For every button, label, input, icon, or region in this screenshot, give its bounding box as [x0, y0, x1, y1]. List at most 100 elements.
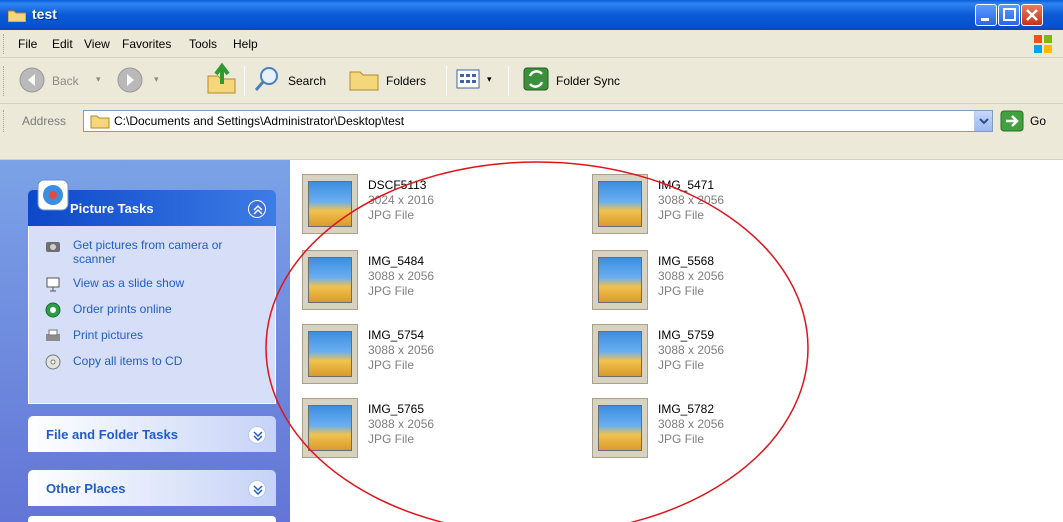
next-panel-edge: [28, 516, 276, 522]
folder-sync-button[interactable]: Folder Sync: [516, 62, 636, 98]
file-type: JPG File: [658, 432, 705, 446]
image-thumbnail-icon: [302, 324, 358, 384]
back-label: Back: [52, 74, 79, 88]
search-button[interactable]: Search: [250, 62, 340, 98]
task-print-pictures-label: Print pictures: [73, 328, 144, 342]
menu-bar: File Edit View Favorites Tools Help: [0, 30, 1063, 58]
file-name: DSCF5113: [368, 178, 427, 192]
toolbar-separator: [244, 66, 245, 96]
menu-tools[interactable]: Tools: [189, 37, 217, 51]
file-type: JPG File: [368, 208, 415, 222]
menu-file[interactable]: File: [18, 37, 37, 51]
file-type: JPG File: [368, 284, 415, 298]
file-item[interactable]: DSCF5113 3024 x 2016 JPG File: [302, 174, 552, 244]
file-name: IMG_5765: [368, 402, 425, 416]
task-get-pictures-label: Get pictures from camera or scanner: [73, 238, 223, 266]
file-item[interactable]: IMG_5782 3088 x 2056 JPG File: [592, 398, 842, 468]
file-item[interactable]: IMG_5759 3088 x 2056 JPG File: [592, 324, 842, 394]
file-name: IMG_5484: [368, 254, 425, 268]
picture-tasks-header[interactable]: Picture Tasks: [28, 179, 276, 226]
other-places-title: Other Places: [46, 481, 126, 496]
toolbar-grip[interactable]: [3, 66, 6, 96]
image-thumbnail-icon: [592, 324, 648, 384]
menu-grip[interactable]: [3, 34, 6, 54]
title-bar[interactable]: test: [0, 0, 1063, 30]
forward-button[interactable]: ▾: [114, 62, 168, 98]
maximize-button[interactable]: [998, 4, 1020, 26]
file-type: JPG File: [658, 358, 705, 372]
image-thumbnail-icon: [302, 174, 358, 234]
file-name: IMG_5568: [658, 254, 715, 268]
toolbar-separator: [446, 66, 447, 96]
folder-icon: [8, 10, 26, 22]
address-grip[interactable]: [3, 110, 6, 132]
collapse-button[interactable]: [248, 200, 266, 218]
minimize-button[interactable]: [975, 4, 997, 26]
up-folder-icon: [207, 62, 236, 94]
back-dropdown-icon[interactable]: ▾: [96, 74, 101, 85]
file-dimensions: 3088 x 2056: [658, 269, 725, 283]
windows-flag-icon: [1034, 35, 1052, 53]
forward-arrow-icon: [117, 67, 143, 93]
menu-favorites[interactable]: Favorites: [122, 37, 171, 51]
back-arrow-icon: [19, 67, 45, 93]
search-icon: [254, 67, 278, 91]
file-type: JPG File: [658, 284, 705, 298]
file-dimensions: 3088 x 2056: [658, 343, 725, 357]
file-list[interactable]: DSCF5113 3024 x 2016 JPG File IMG_5471 3…: [290, 160, 1063, 522]
file-dimensions: 3088 x 2056: [658, 193, 725, 207]
go-arrow-icon: [1000, 110, 1024, 132]
task-pane: Picture Tasks Get pictures from camera o…: [0, 160, 290, 522]
file-item[interactable]: IMG_5754 3088 x 2056 JPG File: [302, 324, 552, 394]
file-folder-tasks-header[interactable]: File and Folder Tasks: [28, 416, 276, 452]
file-item[interactable]: IMG_5484 3088 x 2056 JPG File: [302, 250, 552, 320]
folder-sync-icon: [523, 67, 549, 91]
views-dropdown-icon[interactable]: ▾: [487, 74, 492, 85]
folders-button[interactable]: Folders: [346, 62, 442, 98]
image-thumbnail-icon: [592, 174, 648, 234]
folder-sync-label: Folder Sync: [556, 74, 621, 88]
views-icon: [456, 69, 480, 89]
cd-icon: [45, 354, 61, 370]
window-title: test: [32, 6, 57, 22]
expand-button[interactable]: [248, 480, 266, 498]
folder-icon: [90, 115, 110, 129]
forward-dropdown-icon[interactable]: ▾: [154, 74, 159, 85]
up-folder-button[interactable]: [202, 62, 242, 98]
address-input[interactable]: C:\Documents and Settings\Administrator\…: [83, 110, 993, 132]
picture-tasks-icon: [37, 179, 69, 211]
views-button[interactable]: ▾: [455, 62, 505, 98]
chevron-down-icon: [979, 118, 989, 125]
menu-edit[interactable]: Edit: [52, 37, 73, 51]
back-button[interactable]: Back ▾: [14, 62, 114, 98]
menu-help[interactable]: Help: [233, 37, 258, 51]
file-name: IMG_5759: [658, 328, 715, 342]
file-dimensions: 3024 x 2016: [368, 193, 435, 207]
file-folder-tasks-title: File and Folder Tasks: [46, 427, 178, 442]
task-order-prints-label: Order prints online: [73, 302, 172, 316]
folders-icon: [349, 71, 379, 91]
file-type: JPG File: [658, 208, 705, 222]
chevron-down-icon: [253, 485, 263, 496]
expand-button[interactable]: [248, 426, 266, 444]
task-slideshow-label: View as a slide show: [73, 276, 185, 290]
go-button[interactable]: Go: [1000, 110, 1046, 132]
image-thumbnail-icon: [592, 398, 648, 458]
address-dropdown-button[interactable]: [974, 111, 992, 131]
globe-icon: [45, 302, 61, 318]
close-button[interactable]: [1021, 4, 1043, 26]
file-item[interactable]: IMG_5471 3088 x 2056 JPG File: [592, 174, 842, 244]
chevron-up-icon: [253, 204, 263, 215]
file-item[interactable]: IMG_5568 3088 x 2056 JPG File: [592, 250, 842, 320]
address-path: C:\Documents and Settings\Administrator\…: [114, 114, 405, 128]
other-places-header[interactable]: Other Places: [28, 470, 276, 506]
file-item[interactable]: IMG_5765 3088 x 2056 JPG File: [302, 398, 552, 468]
image-thumbnail-icon: [592, 250, 648, 310]
menu-view[interactable]: View: [84, 37, 110, 51]
file-dimensions: 3088 x 2056: [368, 417, 435, 431]
file-type: JPG File: [368, 358, 415, 372]
image-thumbnail-icon: [302, 250, 358, 310]
file-name: IMG_5471: [658, 178, 715, 192]
toolbar: Back ▾ ▾ Search Folders ▾ Folder Sync: [0, 58, 1063, 104]
picture-tasks-title: Picture Tasks: [70, 201, 154, 216]
